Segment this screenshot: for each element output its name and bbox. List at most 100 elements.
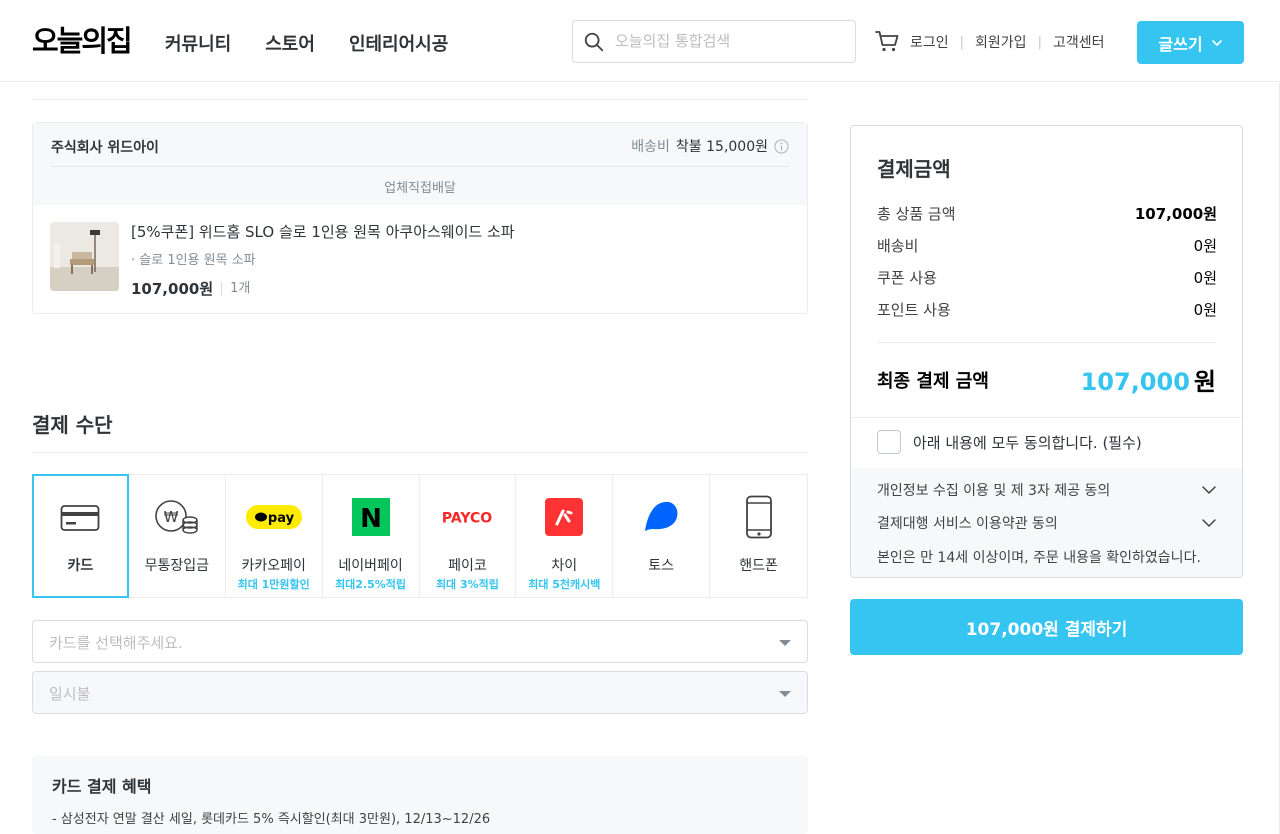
caret-down-icon: [779, 640, 791, 646]
order-item-box: 주식회사 위드아이 배송비 착불 15,000원 업체직접배달 [5%쿠폰] 위…: [32, 122, 808, 314]
search-box: [572, 20, 856, 63]
card-icon: [61, 505, 100, 531]
svg-text:₩: ₩: [163, 508, 178, 526]
link-separator: |: [959, 34, 965, 50]
chevron-down-icon: [1211, 39, 1222, 46]
payment-method-title: 결제 수단: [32, 413, 113, 437]
method-icon-wrap: [731, 495, 787, 539]
method-naverpay[interactable]: N 네이버페이 최대2.5%적립: [323, 475, 420, 597]
toss-icon: [645, 501, 678, 531]
summary-row-coupon: 쿠폰 사용 0원: [877, 267, 1217, 288]
nav-community[interactable]: 커뮤니티: [165, 30, 231, 56]
summary-divider: [877, 342, 1217, 343]
term-privacy[interactable]: 개인정보 수집 이용 및 제 3자 제공 동의: [877, 480, 1217, 500]
installment-select-value: 일시불: [49, 685, 91, 703]
search-input[interactable]: [615, 29, 845, 53]
summary-row-value: 0원: [1193, 301, 1217, 319]
sofa-image: [50, 222, 119, 291]
product-price-row: 107,000원 1개: [131, 278, 250, 299]
method-icon-wrap: [633, 495, 689, 539]
summary-row-value: 0원: [1193, 269, 1217, 287]
kakaopay-icon: pay: [245, 505, 302, 529]
summary-row-label: 포인트 사용: [877, 301, 951, 319]
section-divider: [32, 99, 808, 100]
method-icon-wrap: ₩: [149, 495, 205, 539]
product-option: · 슬로 1인용 원목 소파: [131, 253, 256, 268]
shipping-fee: 배송비 착불 15,000원: [631, 136, 789, 156]
method-label: 카카오페이: [241, 558, 306, 574]
write-button[interactable]: 글쓰기: [1137, 21, 1244, 64]
nav-store[interactable]: 스토어: [265, 30, 315, 56]
search-icon: [584, 32, 604, 52]
method-toss[interactable]: 토스: [613, 475, 711, 597]
chai-icon: [545, 498, 584, 536]
method-icon-wrap: [536, 495, 592, 539]
method-benefit: 최대 5천캐시백: [528, 578, 601, 591]
agree-all-label: 아래 내용에 모두 동의합니다. (필수): [913, 433, 1142, 452]
order-header: 주식회사 위드아이 배송비 착불 15,000원 업체직접배달: [33, 123, 807, 205]
agree-all-checkbox[interactable]: [877, 430, 901, 454]
summary-row-label: 총 상품 금액: [877, 205, 956, 223]
final-amount-label: 최종 결제 금액: [877, 371, 989, 392]
method-icon-wrap: [52, 496, 108, 540]
term-label: 개인정보 수집 이용 및 제 3자 제공 동의: [877, 483, 1111, 499]
method-benefit: 최대 1만원할인: [237, 578, 310, 591]
pay-button[interactable]: 107,000원 결제하기: [850, 599, 1243, 655]
method-phone[interactable]: 핸드폰: [710, 475, 807, 597]
method-label: 토스: [648, 558, 675, 574]
shipping-fee-label: 배송비: [631, 139, 670, 155]
method-label: 네이버페이: [338, 558, 403, 574]
product-thumbnail[interactable]: [50, 222, 119, 291]
product-name[interactable]: [5%쿠폰] 위드홈 SLO 슬로 1인용 원목 아쿠아스웨이드 소파: [131, 221, 515, 242]
method-bank[interactable]: ₩ 무통장입금: [129, 475, 226, 597]
final-amount-unit: 원: [1193, 368, 1216, 396]
installment-select[interactable]: 일시불: [32, 671, 808, 714]
summary-row-points: 포인트 사용 0원: [877, 299, 1217, 320]
summary-title: 결제금액: [877, 157, 951, 181]
signup-link[interactable]: 회원가입: [975, 32, 1027, 52]
method-label: 차이: [551, 558, 578, 574]
card-benefit-box: 카드 결제 혜택 - 삼성전자 연말 결산 세일, 롯데카드 5% 즉시할인(최…: [32, 756, 808, 834]
info-icon[interactable]: [774, 138, 789, 154]
kakaopay-logo-text: pay: [268, 511, 295, 526]
final-amount: 107,000 원: [1081, 362, 1216, 397]
site-logo[interactable]: 오늘의집: [32, 18, 133, 60]
summary-row-value: 107,000원: [1134, 205, 1217, 223]
link-separator: |: [1037, 34, 1042, 50]
main-nav: 커뮤니티 스토어 인테리어시공: [165, 30, 448, 56]
method-label: 핸드폰: [739, 558, 778, 574]
method-kakaopay[interactable]: pay 카카오페이 최대 1만원할인: [226, 475, 323, 597]
terms-note: 본인은 만 14세 이상이며, 주문 내용을 확인하였습니다.: [877, 550, 1201, 566]
login-link[interactable]: 로그인: [910, 32, 949, 52]
payment-method-grid: 카드 ₩ 무통장입금 pay 카카오페이 최대 1만원할인 N 네이버페이 최대…: [32, 474, 808, 598]
card-select[interactable]: 카드를 선택해주세요.: [32, 620, 808, 663]
shipping-fee-value: 착불 15,000원: [675, 139, 768, 155]
cart-icon[interactable]: [874, 28, 900, 54]
agree-all-row[interactable]: 아래 내용에 모두 동의합니다. (필수): [877, 430, 1142, 454]
term-pg[interactable]: 결제대행 서비스 이용약관 동의: [877, 513, 1217, 533]
method-label: 무통장입금: [144, 558, 210, 574]
support-link[interactable]: 고객센터: [1053, 32, 1105, 52]
method-label: 카드: [67, 558, 94, 574]
chevron-down-icon: [1202, 519, 1216, 527]
term-label: 결제대행 서비스 이용약관 동의: [877, 516, 1058, 532]
vendor-name: 주식회사 위드아이: [51, 140, 159, 156]
section-divider: [32, 452, 808, 453]
summary-row-value: 0원: [1193, 237, 1217, 255]
method-icon-wrap: pay: [245, 495, 302, 539]
nav-interior[interactable]: 인테리어시공: [349, 30, 448, 56]
top-header: 오늘의집 커뮤니티 스토어 인테리어시공 로그인 | 회원가입 | 고객센터 글…: [0, 0, 1280, 82]
method-label: 페이코: [448, 558, 487, 574]
method-card[interactable]: 카드: [32, 474, 129, 598]
summary-divider: [851, 417, 1242, 418]
summary-row-label: 쿠폰 사용: [877, 269, 937, 287]
bank-coin-icon: ₩: [155, 500, 198, 534]
payco-logo-text: PAYCO: [442, 510, 492, 526]
write-button-label: 글쓰기: [1158, 36, 1203, 54]
method-chai[interactable]: 차이 최대 5천캐시백: [516, 475, 614, 597]
card-select-value: 카드를 선택해주세요.: [49, 634, 183, 652]
terms-list: 개인정보 수집 이용 및 제 3자 제공 동의 결제대행 서비스 이용약관 동의…: [851, 468, 1242, 577]
method-payco[interactable]: PAYCO 페이코 최대 3%적립: [420, 475, 517, 597]
order-header-divider: [51, 166, 789, 167]
card-benefit-item: - 삼성전자 연말 결산 세일, 롯데카드 5% 즉시할인(최대 3만원), 1…: [52, 812, 491, 827]
